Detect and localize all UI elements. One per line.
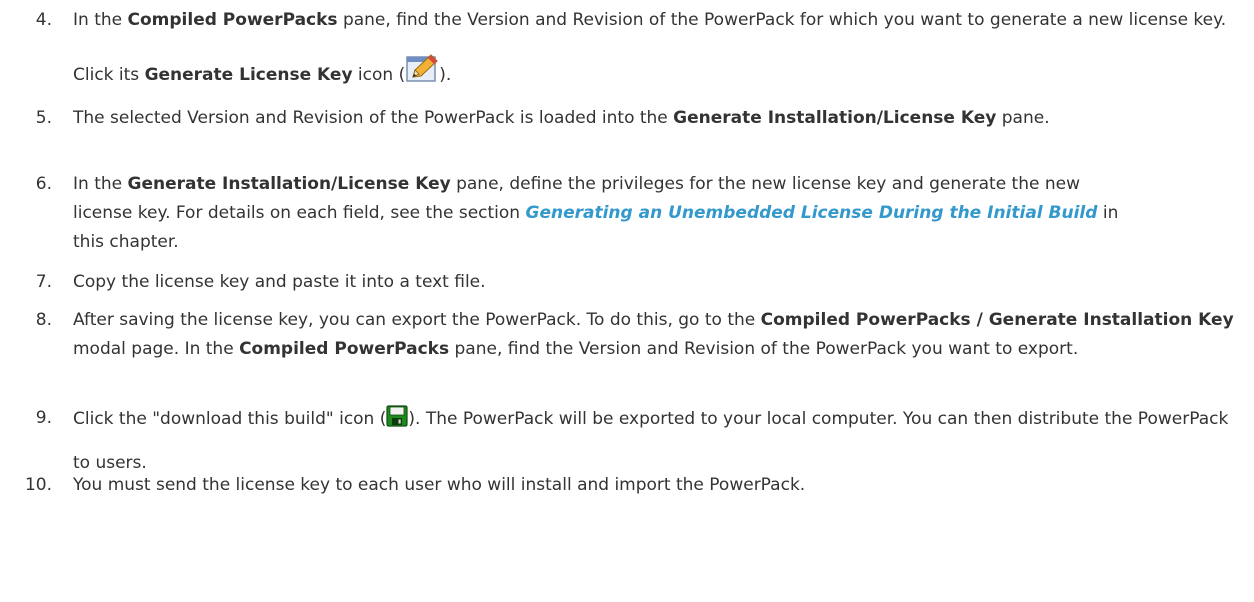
step-number: 7. <box>35 272 52 292</box>
step-text-run: Click the "download this build" icon ( <box>73 409 387 429</box>
step-text-run: ). <box>439 65 452 85</box>
ui-term: Generate License Key <box>144 65 353 85</box>
step-number: 4. <box>35 10 52 30</box>
step-number: 10. <box>24 475 52 495</box>
ui-term: Compiled PowerPacks <box>127 10 338 30</box>
save-disk-icon <box>386 405 408 427</box>
step-text-run: icon ( <box>352 65 406 85</box>
step-text: Copy the license key and paste it into a… <box>73 268 1237 297</box>
step-text: In the Generate Installation/License Key… <box>73 170 1123 257</box>
section-link[interactable]: Generating an Unembedded License During … <box>525 203 1097 223</box>
step-text-run: The selected Version and Revision of the… <box>73 108 674 128</box>
step-text-run: In the <box>73 174 128 194</box>
ui-term: Generate Installation/License Key <box>127 174 451 194</box>
pencil-edit-icon <box>405 53 439 83</box>
step-text-run: pane. <box>996 108 1050 128</box>
ui-term: Compiled PowerPacks <box>239 339 450 359</box>
step-text: The selected Version and Revision of the… <box>73 104 1237 133</box>
step-text-run: In the <box>73 10 128 30</box>
step-number: 5. <box>35 108 52 128</box>
step-text-run: pane, find the Version and Revision of t… <box>449 339 1079 359</box>
step-text-run: Copy the license key and paste it into a… <box>73 272 486 292</box>
step-number: 6. <box>35 174 52 194</box>
document-page: 4. In the Compiled PowerPacks pane, find … <box>0 0 1254 602</box>
step-text-run: You must send the license key to each us… <box>73 475 806 495</box>
step-text: In the Compiled PowerPacks pane, find th… <box>73 0 1237 103</box>
step-text: After saving the license key, you can ex… <box>73 306 1247 364</box>
step-text: You must send the license key to each us… <box>73 471 1237 500</box>
step-number: 8. <box>35 310 52 330</box>
ui-term: Generate Installation/License Key <box>673 108 997 128</box>
step-text-run: modal page. In the <box>73 339 240 359</box>
step-text-run: After saving the license key, you can ex… <box>73 310 761 330</box>
ui-term: Compiled PowerPacks / Generate Installat… <box>760 310 1234 330</box>
step-number: 9. <box>35 408 52 428</box>
